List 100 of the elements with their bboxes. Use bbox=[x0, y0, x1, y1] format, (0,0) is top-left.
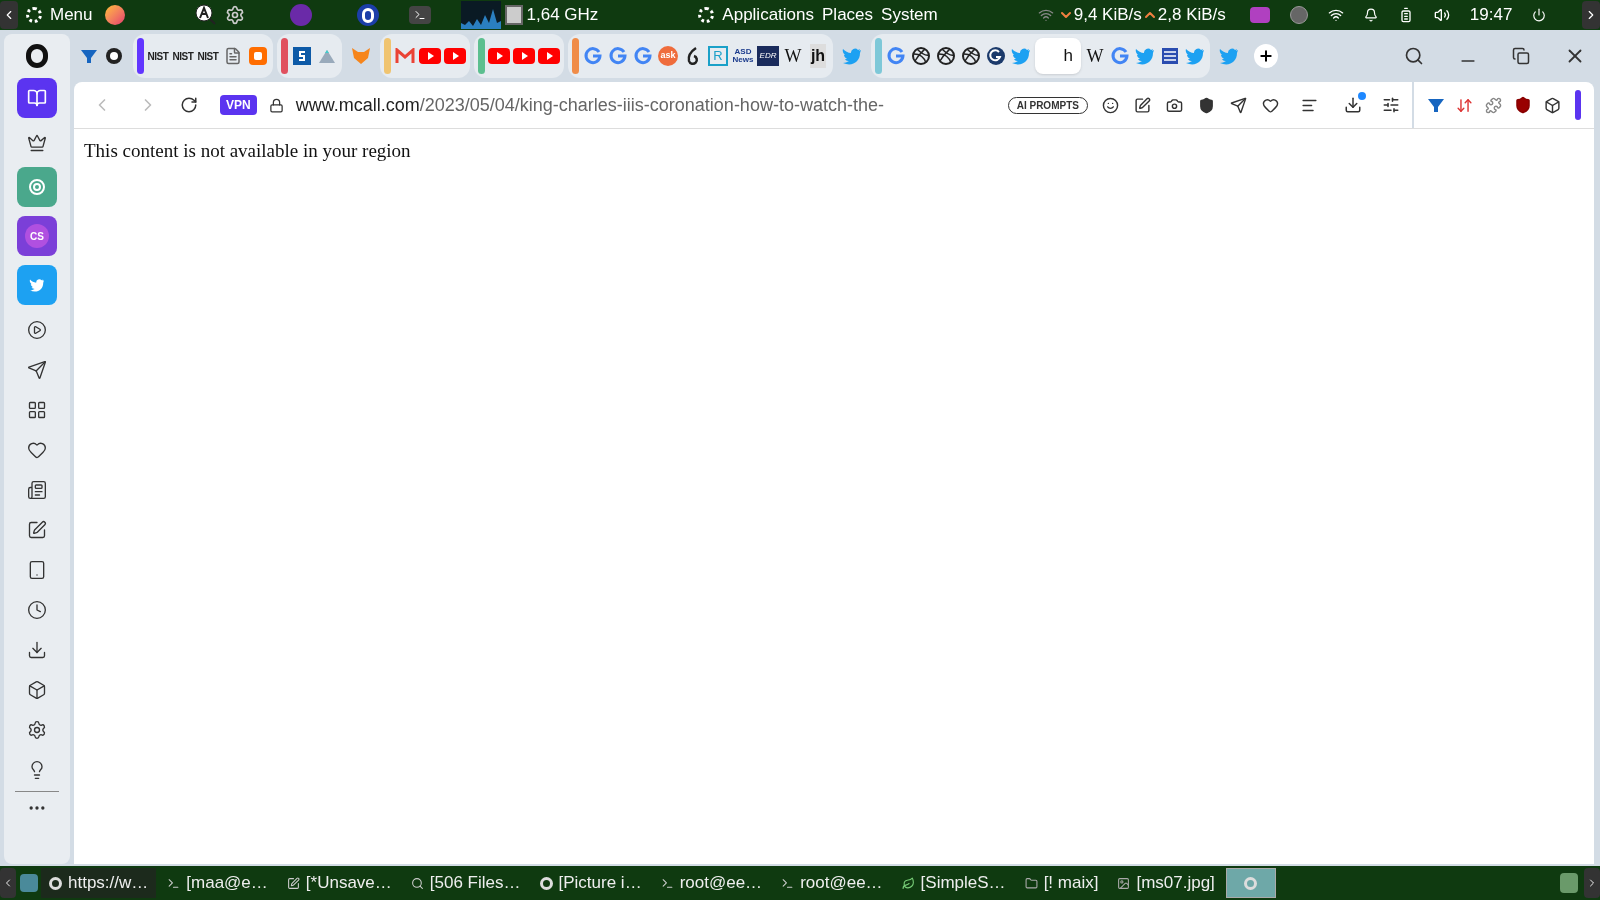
panel-menu[interactable]: Applications bbox=[722, 2, 814, 28]
panel-menu[interactable]: Places bbox=[822, 2, 874, 28]
taskbar-item[interactable]: [ms07.jpg] bbox=[1109, 868, 1223, 898]
panel-right-button[interactable] bbox=[1582, 1, 1600, 29]
fox-icon bbox=[350, 46, 372, 66]
taskbar-item[interactable]: [SimpleS… bbox=[893, 868, 1014, 898]
send-icon[interactable] bbox=[1229, 96, 1247, 114]
ring-logo-icon bbox=[26, 7, 42, 23]
cube-icon[interactable] bbox=[1543, 96, 1561, 114]
ball-icon bbox=[961, 46, 981, 66]
browser-tab[interactable]: h bbox=[1035, 38, 1081, 74]
taskbar-item[interactable]: [506 Files… bbox=[402, 868, 529, 898]
wifi-icon[interactable] bbox=[1327, 7, 1344, 23]
browser-tab[interactable]: jh bbox=[807, 38, 829, 74]
shield-icon[interactable] bbox=[1197, 96, 1215, 114]
bird-icon bbox=[1185, 47, 1205, 65]
taskbar-right-button[interactable] bbox=[1584, 868, 1600, 898]
pen-icon[interactable] bbox=[1133, 96, 1151, 114]
group-marker[interactable] bbox=[572, 38, 579, 74]
round-icon[interactable] bbox=[1289, 6, 1308, 24]
taskbar-left-button[interactable] bbox=[0, 868, 16, 898]
leaf-icon bbox=[901, 876, 915, 890]
taskbar-item[interactable]: root@ee… bbox=[652, 868, 771, 898]
play-icon bbox=[27, 319, 47, 340]
browser-tab[interactable]: ASD News bbox=[732, 38, 754, 74]
group-marker[interactable] bbox=[384, 38, 391, 74]
browser-tab[interactable]: NIST bbox=[197, 38, 219, 74]
region-message: This content is not available in your region bbox=[84, 139, 412, 163]
group-marker[interactable] bbox=[137, 38, 144, 74]
vpn-badge[interactable]: VPN bbox=[220, 95, 257, 115]
browser-tab[interactable]: W bbox=[782, 38, 804, 74]
browser-tab[interactable]: NIST bbox=[172, 38, 194, 74]
ball-icon bbox=[911, 46, 931, 66]
arrows-icon[interactable] bbox=[1455, 96, 1473, 114]
taskbar-item[interactable]: root@ee… bbox=[773, 868, 891, 898]
g-letter-icon bbox=[608, 46, 628, 66]
browser-tab[interactable]: W bbox=[1084, 38, 1106, 74]
clock-icon bbox=[27, 599, 47, 620]
knot-icon bbox=[26, 176, 48, 198]
taskbar-item[interactable]: [Picture i… bbox=[531, 868, 650, 898]
search-icon[interactable] bbox=[1404, 46, 1424, 66]
recycle-icon[interactable] bbox=[1560, 873, 1578, 893]
play-button-icon bbox=[538, 48, 560, 64]
play-button-icon bbox=[488, 48, 510, 64]
sidebar-button[interactable] bbox=[17, 78, 57, 118]
magnifier-letter-icon[interactable] bbox=[194, 4, 217, 26]
bird-icon bbox=[1135, 47, 1155, 65]
tablet-icon bbox=[27, 559, 47, 580]
tab-text: h bbox=[1063, 45, 1073, 68]
taskbar-item[interactable]: [! maix] bbox=[1016, 868, 1107, 898]
new-tab-button[interactable] bbox=[1254, 44, 1278, 68]
logo-text: ASD News bbox=[732, 48, 754, 64]
send-icon bbox=[27, 359, 47, 380]
heart-icon[interactable] bbox=[1261, 96, 1279, 114]
play-button-icon bbox=[419, 48, 441, 64]
gears-icon[interactable] bbox=[224, 5, 245, 25]
g-letter-icon bbox=[1110, 46, 1130, 66]
power-icon[interactable] bbox=[1532, 8, 1547, 22]
upload-rate: 2,8 KiB/s bbox=[1157, 4, 1226, 27]
terminal-icon[interactable] bbox=[408, 6, 431, 24]
o-ring-icon[interactable] bbox=[356, 4, 379, 26]
group-marker[interactable] bbox=[875, 38, 882, 74]
group-marker[interactable] bbox=[281, 38, 288, 74]
puzzle-icon[interactable] bbox=[1484, 96, 1502, 114]
bird-icon bbox=[842, 47, 862, 65]
shield-icon[interactable] bbox=[1513, 96, 1532, 114]
folder-icon bbox=[1024, 876, 1038, 890]
group-marker[interactable] bbox=[478, 38, 485, 74]
taskbar-item[interactable]: https://w… bbox=[41, 868, 157, 898]
volume-icon[interactable] bbox=[1433, 7, 1450, 23]
camera-icon[interactable] bbox=[1165, 96, 1183, 114]
newspaper-icon bbox=[27, 479, 47, 500]
o-logo-icon[interactable] bbox=[26, 44, 48, 68]
plus-icon bbox=[1258, 48, 1274, 64]
waveform-icon[interactable] bbox=[1249, 7, 1270, 23]
crest-icon bbox=[1160, 46, 1180, 66]
restore-icon[interactable] bbox=[1512, 47, 1530, 65]
reload-icon[interactable] bbox=[180, 96, 198, 114]
sidebar-toggle[interactable] bbox=[1574, 90, 1581, 120]
sliders-icon[interactable] bbox=[1381, 96, 1400, 114]
download-icon bbox=[27, 639, 47, 660]
ring-logo-icon bbox=[698, 7, 715, 23]
panel-left-button[interactable] bbox=[0, 1, 18, 29]
smiley-icon[interactable] bbox=[1101, 96, 1119, 114]
taskbar-item[interactable]: [maa@e… bbox=[159, 868, 276, 898]
bell-icon[interactable] bbox=[1363, 8, 1378, 22]
sidebar-button[interactable]: CS bbox=[17, 216, 57, 256]
panel-menu[interactable]: System bbox=[881, 2, 938, 28]
crown-icon bbox=[27, 132, 47, 153]
browser-tab[interactable]: EDR bbox=[757, 38, 779, 74]
clock-time[interactable]: 19:47 bbox=[1469, 2, 1513, 28]
document-icon bbox=[224, 47, 242, 65]
search-icon bbox=[410, 876, 424, 890]
browser-tab[interactable]: NIST bbox=[147, 38, 169, 74]
o-ring-icon bbox=[539, 876, 553, 890]
menu-button[interactable]: Menu bbox=[26, 2, 93, 28]
s-square-icon bbox=[292, 46, 312, 66]
logo-text: ask bbox=[658, 46, 678, 66]
taskbar-item[interactable]: [*Unsave… bbox=[278, 868, 400, 898]
url-field[interactable]: www.mcall.com/2023/05/04/king-charles-iiis-coronation-how-to-watch-the- bbox=[295, 91, 996, 119]
